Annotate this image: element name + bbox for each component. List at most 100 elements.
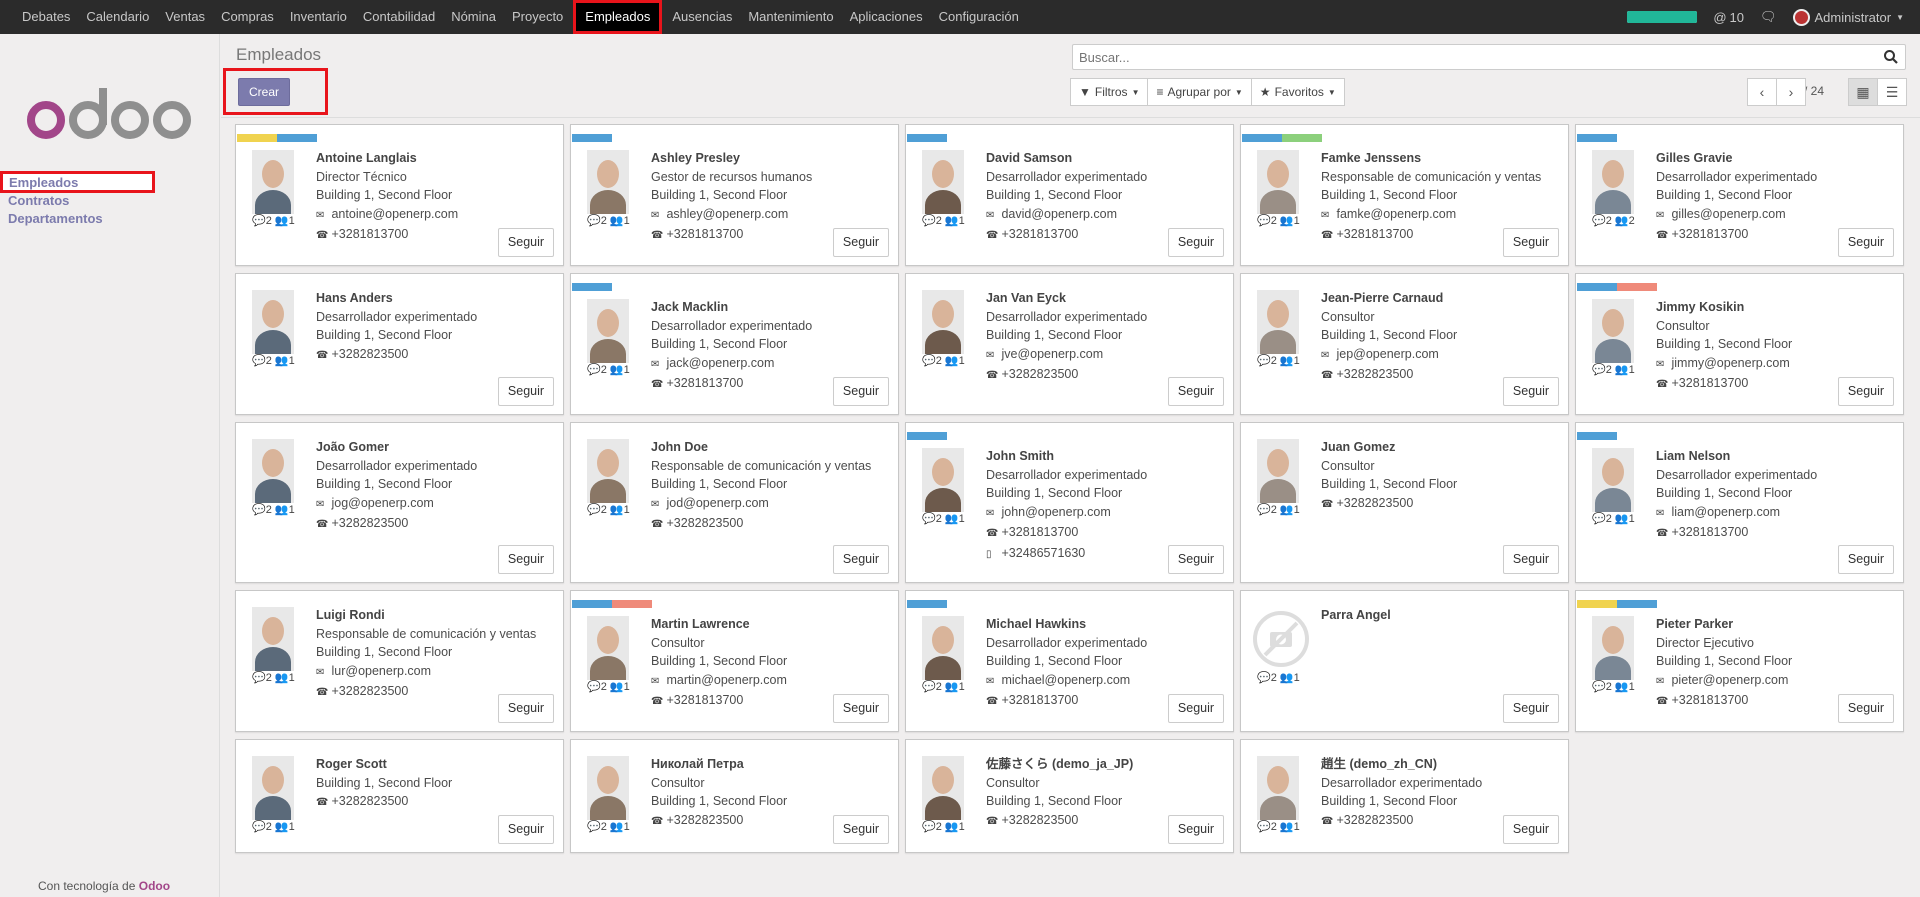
employee-photo[interactable] (1592, 299, 1634, 363)
employee-name[interactable]: Jimmy Kosikin (1656, 298, 1792, 317)
search-icon[interactable] (1883, 49, 1899, 65)
employee-email[interactable]: lur@openerp.com (331, 664, 431, 678)
follow-button[interactable]: Seguir (498, 228, 554, 257)
employee-name[interactable]: Николай Петра (651, 755, 787, 774)
employee-name[interactable]: Jean-Pierre Carnaud (1321, 289, 1457, 308)
employee-name[interactable]: Jack Macklin (651, 298, 812, 317)
follow-button[interactable]: Seguir (498, 815, 554, 844)
tag-red[interactable] (1617, 283, 1657, 291)
employee-photo[interactable] (1257, 290, 1299, 354)
employee-card[interactable]: Pieter Parker Director Ejecutivo Building … (1575, 590, 1904, 732)
employee-card[interactable]: Jan Van Eyck Desarrollador experimentado B… (905, 273, 1234, 415)
employee-photo[interactable] (922, 756, 964, 820)
user-menu[interactable]: Administrator ▼ (1792, 8, 1904, 26)
employee-photo[interactable] (252, 756, 294, 820)
follow-button[interactable]: Seguir (498, 545, 554, 574)
follow-button[interactable]: Seguir (833, 545, 889, 574)
chat-icon[interactable]: 🗨 (1760, 9, 1777, 25)
employee-card[interactable]: Juan Gomez Consultor Building 1, Second Fl… (1240, 422, 1569, 583)
employee-card[interactable]: John Doe Responsable de comunicación y ve… (570, 422, 899, 583)
sidebar-item-contratos[interactable]: Contratos (8, 193, 69, 208)
employee-card[interactable]: 趙生 (demo_zh_CN) Desarrollador experimenta… (1240, 739, 1569, 853)
employee-name[interactable]: Juan Gomez (1321, 438, 1457, 457)
follow-button[interactable]: Seguir (833, 694, 889, 723)
tag-blue[interactable] (572, 283, 612, 291)
tag-yellow[interactable] (237, 134, 277, 142)
employee-name[interactable]: Liam Nelson (1656, 447, 1817, 466)
employee-email[interactable]: michael@openerp.com (1001, 673, 1130, 687)
menu-item[interactable]: Nómina (443, 0, 504, 34)
odoo-logo[interactable] (26, 86, 192, 146)
search-input[interactable] (1073, 45, 1863, 69)
employee-email[interactable]: jod@openerp.com (666, 496, 768, 510)
employee-name[interactable]: Pieter Parker (1656, 615, 1792, 634)
employee-email[interactable]: jep@openerp.com (1336, 347, 1438, 361)
employee-email[interactable]: jack@openerp.com (666, 356, 774, 370)
employee-photo[interactable] (252, 150, 294, 214)
follow-button[interactable]: Seguir (833, 377, 889, 406)
employee-email[interactable]: liam@openerp.com (1671, 505, 1780, 519)
tag-blue[interactable] (572, 600, 612, 608)
employee-photo[interactable] (252, 439, 294, 503)
employee-name[interactable]: Parra Angel (1321, 606, 1391, 625)
menu-item[interactable]: Ausencias (664, 0, 740, 34)
tag-blue[interactable] (1577, 283, 1617, 291)
employee-name[interactable]: Martin Lawrence (651, 615, 787, 634)
follow-button[interactable]: Seguir (1168, 815, 1224, 844)
employee-card[interactable]: Famke Jenssens Responsable de comunicació… (1240, 124, 1569, 266)
groupby-button[interactable]: ≡ Agrupar por ▼ (1147, 78, 1252, 106)
tag-blue[interactable] (907, 432, 947, 440)
tag-blue[interactable] (1577, 432, 1617, 440)
powered-brand-link[interactable]: Odoo (139, 879, 170, 893)
menu-item[interactable]: Compras (213, 0, 282, 34)
list-view-button[interactable]: ☰ (1877, 78, 1907, 106)
employee-name[interactable]: 趙生 (demo_zh_CN) (1321, 755, 1482, 774)
follow-button[interactable]: Seguir (1838, 228, 1894, 257)
employee-email[interactable]: famke@openerp.com (1336, 207, 1456, 221)
notifications[interactable]: @ 10 (1713, 10, 1744, 25)
menu-item[interactable]: Proyecto (504, 0, 571, 34)
follow-button[interactable]: Seguir (833, 815, 889, 844)
follow-button[interactable]: Seguir (1503, 694, 1559, 723)
employee-card[interactable]: Martin Lawrence Consultor Building 1, Seco… (570, 590, 899, 732)
employee-email[interactable]: gilles@openerp.com (1671, 207, 1785, 221)
employee-name[interactable]: Michael Hawkins (986, 615, 1147, 634)
employee-email[interactable]: ashley@openerp.com (666, 207, 788, 221)
employee-email[interactable]: martin@openerp.com (666, 673, 786, 687)
employee-photo[interactable] (587, 756, 629, 820)
employee-card[interactable]: Luigi Rondi Responsable de comunicación y… (235, 590, 564, 732)
sidebar-item-empleados[interactable]: Empleados (0, 171, 155, 193)
employee-card[interactable]: Jimmy Kosikin Consultor Building 1, Second… (1575, 273, 1904, 415)
tag-blue[interactable] (907, 134, 947, 142)
follow-button[interactable]: Seguir (1838, 545, 1894, 574)
create-button[interactable]: Crear (238, 78, 290, 106)
follow-button[interactable]: Seguir (1838, 377, 1894, 406)
employee-photo[interactable] (922, 448, 964, 512)
employee-name[interactable]: Hans Anders (316, 289, 477, 308)
employee-name[interactable]: Antoine Langlais (316, 149, 458, 168)
employee-photo[interactable] (587, 150, 629, 214)
employee-card[interactable]: Ashley Presley Gestor de recursos humanos… (570, 124, 899, 266)
employee-card[interactable]: 佐藤さくら (demo_ja_JP) Consultor Building 1, S… (905, 739, 1234, 853)
employee-name[interactable]: João Gomer (316, 438, 477, 457)
employee-email[interactable]: jimmy@openerp.com (1671, 356, 1789, 370)
employee-card[interactable]: David Samson Desarrollador experimentado B… (905, 124, 1234, 266)
filters-button[interactable]: ▼ Filtros ▼ (1070, 78, 1149, 106)
menu-item[interactable]: Empleados (573, 0, 663, 34)
employee-photo[interactable] (1257, 150, 1299, 214)
menu-item[interactable]: Aplicaciones (842, 0, 931, 34)
tag-green[interactable] (1282, 134, 1322, 142)
employee-name[interactable]: 佐藤さくら (demo_ja_JP) (986, 755, 1133, 774)
employee-name[interactable]: Famke Jenssens (1321, 149, 1541, 168)
tag-blue[interactable] (277, 134, 317, 142)
follow-button[interactable]: Seguir (1168, 694, 1224, 723)
employee-card[interactable]: Николай Петра Consultor Building 1, Second… (570, 739, 899, 853)
follow-button[interactable]: Seguir (1503, 377, 1559, 406)
employee-photo[interactable] (1257, 756, 1299, 820)
employee-card[interactable]: Jack Macklin Desarrollador experimentado B… (570, 273, 899, 415)
follow-button[interactable]: Seguir (1838, 694, 1894, 723)
employee-email[interactable]: jve@openerp.com (1001, 347, 1103, 361)
employee-card[interactable]: João Gomer Desarrollador experimentado Bui… (235, 422, 564, 583)
employee-email[interactable]: david@openerp.com (1001, 207, 1117, 221)
employee-card[interactable]: John Smith Desarrollador experimentado Bui… (905, 422, 1234, 583)
